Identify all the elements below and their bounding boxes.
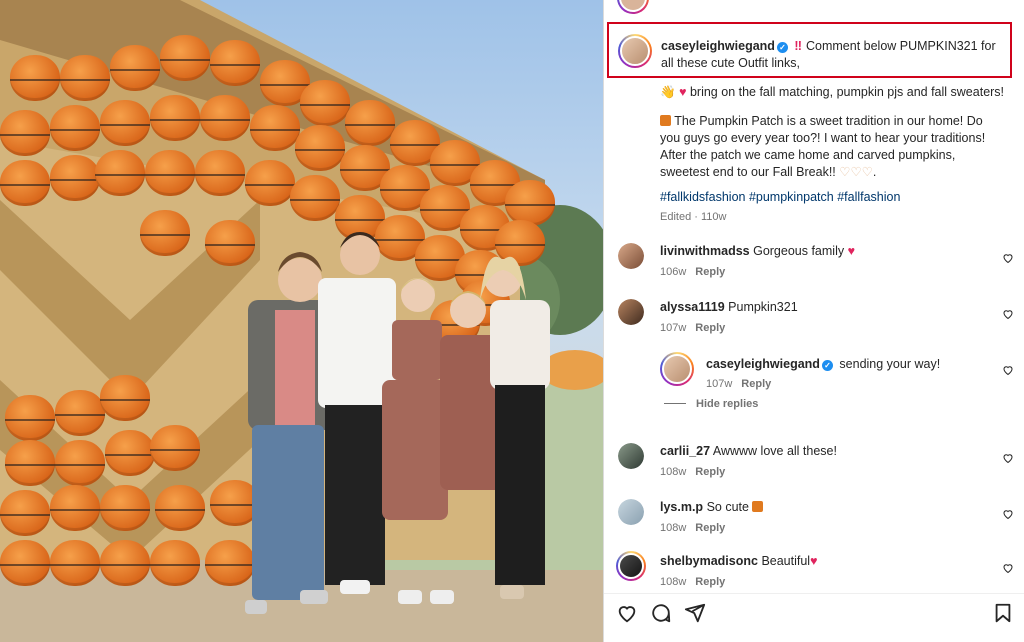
caption-matching-text: bring on the fall matching, pumpkin pjs … — [689, 85, 1005, 99]
caption-highlight-box: caseyleighwiegand ✓ ‼ Comment below PUMPKI… — [607, 22, 1012, 78]
edited-timestamp: Edited · 110w — [660, 211, 727, 223]
caption-lead: caseyleighwiegand ✓ ‼ Comment below PUMPKI… — [661, 38, 1006, 72]
avatar[interactable] — [618, 499, 644, 525]
share-icon[interactable] — [684, 602, 706, 624]
comment-username[interactable]: alyssa1119 — [660, 300, 725, 314]
verified-icon: ✓ — [821, 360, 833, 371]
double-exclamation-emoji-icon: ‼ — [794, 39, 802, 53]
heart-icon[interactable] — [616, 602, 638, 624]
comment-meta: 107w Reply — [706, 378, 771, 390]
avatar[interactable] — [618, 243, 644, 269]
caption-hashtags[interactable]: #fallkidsfashion #pumpkinpatch #fallfash… — [660, 189, 1005, 206]
reply-button[interactable]: Reply — [695, 576, 725, 588]
caption-line-matching: 👋 ♥ bring on the fall matching, pumpkin … — [660, 84, 1005, 101]
like-heart-icon[interactable] — [1002, 508, 1014, 520]
avatar[interactable] — [616, 551, 646, 581]
heart-eyes-emoji-icon: ♥ — [679, 85, 687, 99]
actions-divider — [604, 593, 1024, 594]
action-bar — [604, 600, 1024, 628]
comment-time: 107w — [706, 378, 733, 390]
avatar[interactable] — [618, 443, 644, 469]
comment-username[interactable]: shelbymadisonc — [660, 554, 758, 568]
divider-line — [664, 403, 686, 404]
bookmark-icon[interactable] — [992, 602, 1014, 624]
comment-meta: 108w Reply — [660, 466, 725, 478]
pumpkin-emoji-icon — [660, 115, 671, 126]
hide-replies-label: Hide replies — [696, 398, 759, 410]
comment-text: So cute — [706, 500, 749, 514]
comment-text: Pumpkin321 — [728, 300, 798, 314]
comment-text: Beautiful — [761, 554, 811, 568]
comment-time: 108w — [660, 576, 687, 588]
comment-time: 108w — [660, 522, 687, 534]
like-heart-icon[interactable] — [1002, 364, 1014, 376]
hands-emoji-icon: ♡♡♡ — [839, 165, 873, 179]
avatar[interactable] — [618, 299, 644, 325]
comment-time: 107w — [660, 322, 687, 334]
reply-button[interactable]: Reply — [695, 322, 725, 334]
caption-line-story: The Pumpkin Patch is a sweet tradition i… — [660, 114, 986, 179]
comment-text: Gorgeous family — [753, 244, 845, 258]
post-side-panel: caseyleighwiegand ✓ ‼ Comment below PUMPKI… — [604, 0, 1024, 642]
comment-meta: 107w Reply — [660, 322, 725, 334]
comment-username[interactable]: carlii_27 — [660, 444, 710, 458]
comment-text: Awwww love all these! — [712, 444, 837, 458]
author-username[interactable]: caseyleighwiegand — [661, 39, 775, 53]
reply-button[interactable]: Reply — [741, 378, 771, 390]
heart-emoji-icon: ♥ — [810, 554, 818, 568]
verified-icon: ✓ — [776, 42, 788, 53]
comment-icon[interactable] — [650, 602, 672, 624]
comment-meta: 108w Reply — [660, 576, 725, 588]
comment-text: sending your way! — [839, 357, 941, 371]
comment-username[interactable]: livinwithmadss — [660, 244, 750, 258]
comment-time: 108w — [660, 466, 687, 478]
like-heart-icon[interactable] — [1002, 562, 1014, 574]
comment-meta: 106w Reply — [660, 266, 725, 278]
comment-username[interactable]: lys.m.p — [660, 500, 703, 514]
post-photo[interactable] — [0, 0, 603, 642]
like-heart-icon[interactable] — [1002, 452, 1014, 464]
like-heart-icon[interactable] — [1002, 252, 1014, 264]
comment-time: 106w — [660, 266, 687, 278]
avatar[interactable] — [617, 0, 649, 14]
pumpkin-emoji-icon — [752, 501, 764, 512]
comment-meta: 108w Reply — [660, 522, 725, 534]
reply-button[interactable]: Reply — [695, 266, 725, 278]
author-avatar[interactable] — [618, 34, 652, 68]
family-figures — [245, 232, 550, 614]
hand-heart-emoji-icon: 👋 — [660, 85, 676, 99]
reply-button[interactable]: Reply — [695, 466, 725, 478]
reply-button[interactable]: Reply — [695, 522, 725, 534]
comment-username[interactable]: caseyleighwiegand — [706, 357, 820, 371]
hide-replies-button[interactable]: Hide replies — [664, 398, 758, 410]
avatar[interactable] — [660, 352, 694, 386]
like-heart-icon[interactable] — [1002, 308, 1014, 320]
heart-emoji-icon: ♥ — [847, 244, 856, 258]
caption-story-text: The Pumpkin Patch is a sweet tradition i… — [660, 114, 986, 179]
